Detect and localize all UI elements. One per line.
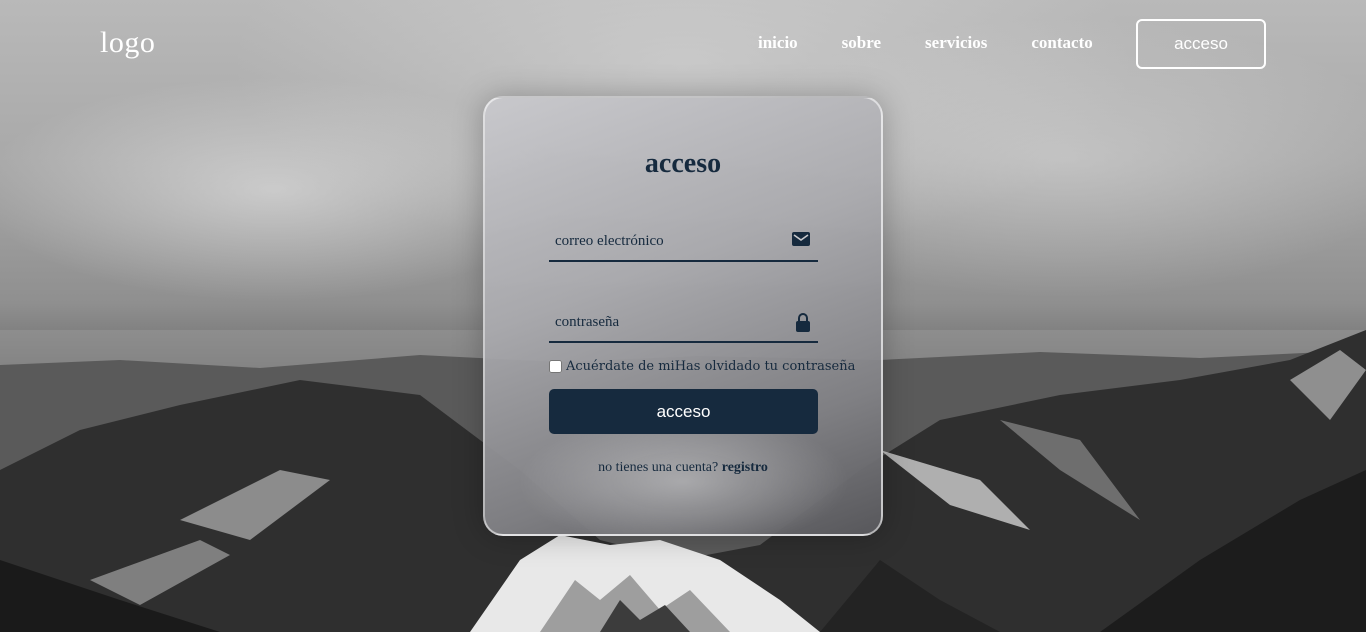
register-prompt: no tienes una cuenta? registro — [485, 460, 881, 476]
password-input[interactable] — [549, 303, 779, 341]
remember-checkbox[interactable] — [549, 359, 562, 373]
nav-link-servicios[interactable]: servicios — [925, 33, 987, 53]
main-nav: inicio sobre servicios contacto — [758, 33, 1137, 53]
envelope-icon — [792, 232, 810, 251]
nav-link-contacto[interactable]: contacto — [1031, 33, 1092, 53]
register-link[interactable]: registro — [722, 460, 768, 475]
header-login-button[interactable]: acceso — [1136, 19, 1266, 69]
nav-link-inicio[interactable]: inicio — [758, 33, 798, 53]
site-header: logo inicio sobre servicios contacto acc… — [0, 0, 1366, 90]
nav-link-sobre[interactable]: sobre — [842, 33, 881, 53]
remember-row: Acuérdate de mi Has olvidado tu contraseñ… — [549, 357, 855, 375]
remember-label[interactable]: Acuérdate de mi — [566, 359, 675, 374]
lock-icon — [796, 313, 810, 337]
login-card: acceso Acuérdate de miHas olvidado tu co… — [483, 96, 883, 536]
site-logo[interactable]: logo — [100, 26, 155, 60]
password-field-wrapper — [549, 303, 818, 343]
register-prompt-text: no tienes una cuenta? — [598, 460, 719, 475]
forgot-password-link[interactable]: Has olvidado tu contraseña — [675, 359, 856, 374]
login-title: acceso — [644, 148, 722, 179]
login-submit-button[interactable]: acceso — [549, 389, 818, 434]
email-input[interactable] — [549, 222, 779, 260]
email-field-wrapper — [549, 222, 818, 262]
